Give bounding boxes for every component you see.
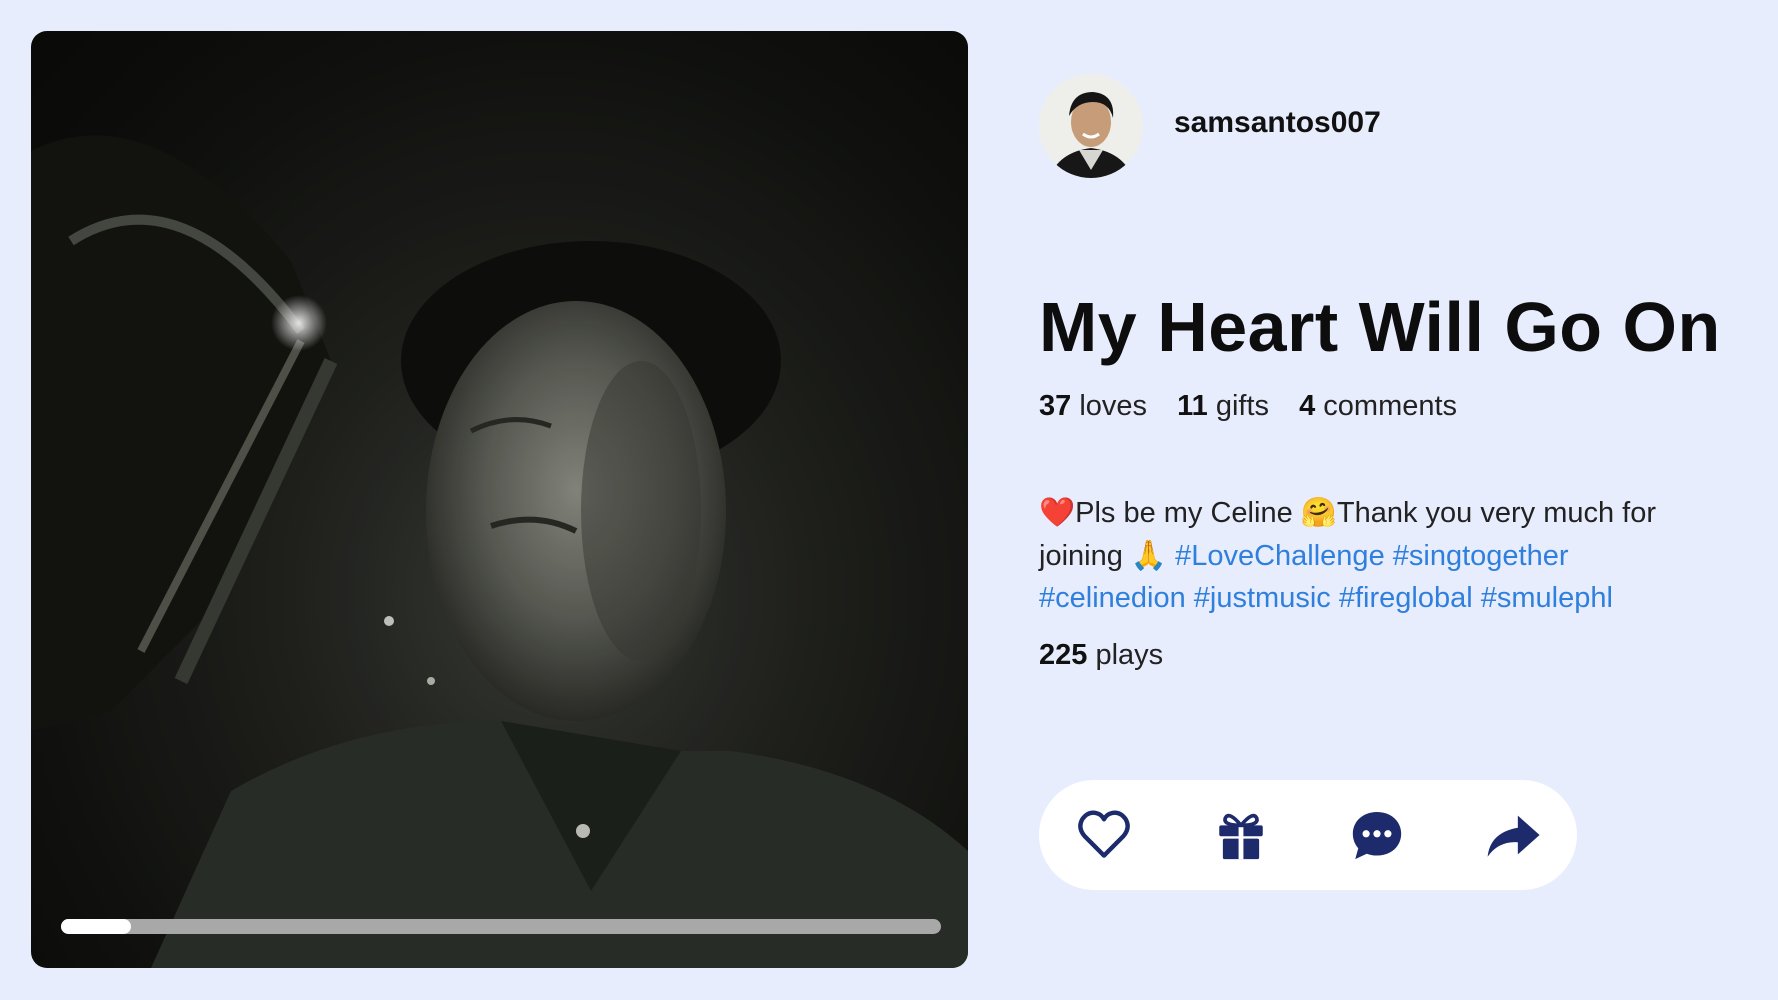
plays-number: 225 <box>1039 639 1088 671</box>
video-player[interactable] <box>31 31 968 968</box>
description-text-1: Pls be my Celine <box>1075 497 1301 529</box>
stats-row: 37 loves 11 gifts 4 comments <box>1039 390 1479 423</box>
username[interactable]: samsantos007 <box>1174 106 1381 140</box>
heart-icon <box>1078 810 1130 858</box>
heart-emoji: ❤️ <box>1039 495 1076 529</box>
gifts-label: gifts <box>1215 390 1270 422</box>
video-progress-fill <box>61 919 132 934</box>
pray-emoji: 🙏 <box>1130 538 1168 572</box>
hashtag-link[interactable]: #fireglobal <box>1339 582 1473 614</box>
action-bar <box>1039 780 1577 890</box>
gifts-stat[interactable]: 11 gifts <box>1177 390 1269 422</box>
gift-button[interactable] <box>1209 803 1273 867</box>
song-title: My Heart Will Go On <box>1039 288 1721 366</box>
avatar-image <box>1039 74 1143 178</box>
video-frame <box>31 31 968 968</box>
performance-description: ❤️Pls be my Celine 🤗Thank you very much … <box>1039 491 1699 619</box>
hashtag-link[interactable]: #LoveChallenge <box>1175 540 1385 572</box>
loves-stat[interactable]: 37 loves <box>1039 390 1147 422</box>
gifts-count: 11 <box>1177 390 1208 422</box>
hashtag-link[interactable]: #justmusic <box>1194 582 1331 614</box>
video-progress-bar[interactable] <box>61 919 941 934</box>
avatar[interactable] <box>1039 74 1143 178</box>
comments-label: comments <box>1323 390 1458 422</box>
hashtag-link[interactable]: #celinedion <box>1039 582 1186 614</box>
share-icon <box>1487 815 1540 857</box>
hashtag-link[interactable]: #singtogether <box>1393 540 1569 572</box>
loves-label: loves <box>1079 390 1148 422</box>
plays-count: 225 plays <box>1039 639 1163 672</box>
comment-icon <box>1352 812 1402 860</box>
comments-stat[interactable]: 4 comments <box>1299 390 1457 422</box>
hug-emoji: 🤗 <box>1300 495 1337 529</box>
love-button[interactable] <box>1072 803 1136 867</box>
comment-button[interactable] <box>1345 803 1409 867</box>
hashtag-link[interactable]: #smulephl <box>1481 582 1613 614</box>
comments-count: 4 <box>1299 390 1316 422</box>
gift-icon <box>1219 813 1263 860</box>
plays-label: plays <box>1095 639 1164 671</box>
loves-count: 37 <box>1039 390 1072 422</box>
share-button[interactable] <box>1481 803 1545 867</box>
